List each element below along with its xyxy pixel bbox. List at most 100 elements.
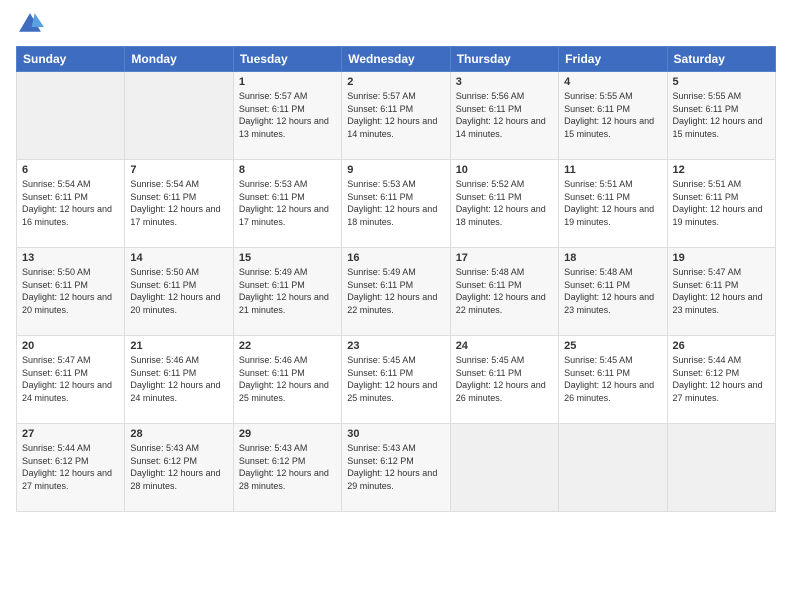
day-cell: 2 Sunrise: 5:57 AM Sunset: 6:11 PM Daylig…: [342, 72, 450, 160]
day-info: Sunrise: 5:51 AM Sunset: 6:11 PM Dayligh…: [673, 178, 770, 228]
day-cell: [450, 424, 558, 512]
day-info: Sunrise: 5:45 AM Sunset: 6:11 PM Dayligh…: [456, 354, 553, 404]
day-cell: 4 Sunrise: 5:55 AM Sunset: 6:11 PM Daylig…: [559, 72, 667, 160]
day-info: Sunrise: 5:47 AM Sunset: 6:11 PM Dayligh…: [22, 354, 119, 404]
day-cell: 27Sunrise: 5:44 AM Sunset: 6:12 PM Dayli…: [17, 424, 125, 512]
day-info: Sunrise: 5:54 AM Sunset: 6:11 PM Dayligh…: [130, 178, 227, 228]
day-number: 23: [347, 340, 444, 352]
day-number: 30: [347, 428, 444, 440]
day-cell: 30 Sunrise: 5:43 AM Sunset: 6:12 PM Dayli…: [342, 424, 450, 512]
day-info: Sunrise: 5:43 AM Sunset: 6:12 PM Dayligh…: [239, 442, 336, 492]
day-cell: 11 Sunrise: 5:51 AM Sunset: 6:11 PM Dayli…: [559, 160, 667, 248]
day-cell: 1Sunrise: 5:57 AM Sunset: 6:11 PM Daylig…: [233, 72, 341, 160]
day-number: 4: [564, 76, 661, 88]
day-cell: [667, 424, 775, 512]
weekday-header-friday: Friday: [559, 47, 667, 72]
day-cell: 14Sunrise: 5:50 AM Sunset: 6:11 PM Dayli…: [125, 248, 233, 336]
week-row-1: 1 Sunrise: 5:57 AM Sunset: 6:11 PM Daylig…: [17, 72, 776, 160]
day-info: Sunrise: 5:46 AM Sunset: 6:11 PM Dayligh…: [239, 354, 336, 404]
day-number: 9: [347, 164, 444, 176]
day-number: 18: [564, 252, 661, 264]
day-number: 29: [239, 428, 336, 440]
day-number: 21: [130, 340, 227, 352]
day-number: 22: [239, 340, 336, 352]
day-number: 19: [673, 252, 770, 264]
weekday-header-monday: Monday: [125, 47, 233, 72]
day-info: Sunrise: 5:45 AM Sunset: 6:11 PM Dayligh…: [564, 354, 661, 404]
weekday-header-saturday: Saturday: [667, 47, 775, 72]
day-info: Sunrise: 5:43 AM Sunset: 6:12 PM Dayligh…: [130, 442, 227, 492]
day-number: 11: [564, 164, 661, 176]
day-info: Sunrise: 5:55 AM Sunset: 6:11 PM Dayligh…: [673, 90, 770, 140]
weekday-header-sunday: Sunday: [17, 47, 125, 72]
day-cell: 9 Sunrise: 5:53 AM Sunset: 6:11 PM Daylig…: [342, 160, 450, 248]
day-cell: 28Sunrise: 5:43 AM Sunset: 6:12 PM Dayli…: [125, 424, 233, 512]
day-info: Sunrise: 5:44 AM Sunset: 6:12 PM Dayligh…: [22, 442, 119, 492]
day-cell: 19 Sunrise: 5:47 AM Sunset: 6:11 PM Dayli…: [667, 248, 775, 336]
day-cell: 17 Sunrise: 5:48 AM Sunset: 6:11 PM Dayli…: [450, 248, 558, 336]
day-cell: 7Sunrise: 5:54 AM Sunset: 6:11 PM Daylig…: [125, 160, 233, 248]
day-number: 2: [347, 76, 444, 88]
day-info: Sunrise: 5:49 AM Sunset: 6:11 PM Dayligh…: [239, 266, 336, 316]
day-number: 5: [673, 76, 770, 88]
day-info: Sunrise: 5:50 AM Sunset: 6:11 PM Dayligh…: [130, 266, 227, 316]
day-cell: 13Sunrise: 5:50 AM Sunset: 6:11 PM Dayli…: [17, 248, 125, 336]
day-cell: [125, 72, 233, 160]
day-info: Sunrise: 5:57 AM Sunset: 6:11 PM Dayligh…: [347, 90, 444, 140]
day-cell: 18 Sunrise: 5:48 AM Sunset: 6:11 PM Dayli…: [559, 248, 667, 336]
day-info: Sunrise: 5:43 AM Sunset: 6:12 PM Dayligh…: [347, 442, 444, 492]
day-cell: 3 Sunrise: 5:56 AM Sunset: 6:11 PM Daylig…: [450, 72, 558, 160]
day-cell: 8Sunrise: 5:53 AM Sunset: 6:11 PM Daylig…: [233, 160, 341, 248]
day-info: Sunrise: 5:48 AM Sunset: 6:11 PM Dayligh…: [564, 266, 661, 316]
day-number: 25: [564, 340, 661, 352]
day-number: 1: [239, 76, 336, 88]
logo: [16, 10, 48, 38]
week-row-3: 13 Sunrise: 5:50 AM Sunset: 6:11 PM Dayli…: [17, 248, 776, 336]
day-cell: 5 Sunrise: 5:55 AM Sunset: 6:11 PM Daylig…: [667, 72, 775, 160]
day-number: 26: [673, 340, 770, 352]
day-cell: 22 Sunrise: 5:46 AM Sunset: 6:11 PM Dayli…: [233, 336, 341, 424]
day-cell: 21 Sunrise: 5:46 AM Sunset: 6:11 PM Dayli…: [125, 336, 233, 424]
day-number: 15: [239, 252, 336, 264]
day-info: Sunrise: 5:47 AM Sunset: 6:11 PM Dayligh…: [673, 266, 770, 316]
day-cell: 16Sunrise: 5:49 AM Sunset: 6:11 PM Dayli…: [342, 248, 450, 336]
day-info: Sunrise: 5:51 AM Sunset: 6:11 PM Dayligh…: [564, 178, 661, 228]
week-row-5: 27Sunrise: 5:44 AM Sunset: 6:12 PM Dayli…: [17, 424, 776, 512]
day-cell: 23 Sunrise: 5:45 AM Sunset: 6:11 PM Dayli…: [342, 336, 450, 424]
day-cell: 15 Sunrise: 5:49 AM Sunset: 6:11 PM Dayli…: [233, 248, 341, 336]
day-cell: 24Sunrise: 5:45 AM Sunset: 6:11 PM Dayli…: [450, 336, 558, 424]
week-row-2: 6 Sunrise: 5:54 AM Sunset: 6:11 PM Daylig…: [17, 160, 776, 248]
day-cell: [559, 424, 667, 512]
day-cell: 10 Sunrise: 5:52 AM Sunset: 6:11 PM Dayli…: [450, 160, 558, 248]
day-cell: 29 Sunrise: 5:43 AM Sunset: 6:12 PM Dayli…: [233, 424, 341, 512]
day-cell: 26 Sunrise: 5:44 AM Sunset: 6:12 PM Dayli…: [667, 336, 775, 424]
day-number: 12: [673, 164, 770, 176]
day-cell: 20 Sunrise: 5:47 AM Sunset: 6:11 PM Dayli…: [17, 336, 125, 424]
day-number: 13: [22, 252, 119, 264]
day-info: Sunrise: 5:53 AM Sunset: 6:11 PM Dayligh…: [347, 178, 444, 228]
day-info: Sunrise: 5:45 AM Sunset: 6:11 PM Dayligh…: [347, 354, 444, 404]
day-cell: 25 Sunrise: 5:45 AM Sunset: 6:11 PM Dayli…: [559, 336, 667, 424]
weekday-header-tuesday: Tuesday: [233, 47, 341, 72]
weekday-header-wednesday: Wednesday: [342, 47, 450, 72]
day-cell: 12 Sunrise: 5:51 AM Sunset: 6:11 PM Dayli…: [667, 160, 775, 248]
day-info: Sunrise: 5:55 AM Sunset: 6:11 PM Dayligh…: [564, 90, 661, 140]
day-number: 10: [456, 164, 553, 176]
day-info: Sunrise: 5:44 AM Sunset: 6:12 PM Dayligh…: [673, 354, 770, 404]
weekday-header-row: SundayMondayTuesdayWednesdayThursdayFrid…: [17, 47, 776, 72]
day-number: 20: [22, 340, 119, 352]
day-number: 17: [456, 252, 553, 264]
day-info: Sunrise: 5:53 AM Sunset: 6:11 PM Dayligh…: [239, 178, 336, 228]
page: SundayMondayTuesdayWednesdayThursdayFrid…: [0, 0, 792, 612]
day-info: Sunrise: 5:52 AM Sunset: 6:11 PM Dayligh…: [456, 178, 553, 228]
weekday-header-thursday: Thursday: [450, 47, 558, 72]
day-number: 6: [22, 164, 119, 176]
day-info: Sunrise: 5:54 AM Sunset: 6:11 PM Dayligh…: [22, 178, 119, 228]
header: [16, 10, 776, 38]
day-info: Sunrise: 5:48 AM Sunset: 6:11 PM Dayligh…: [456, 266, 553, 316]
day-info: Sunrise: 5:56 AM Sunset: 6:11 PM Dayligh…: [456, 90, 553, 140]
day-number: 3: [456, 76, 553, 88]
day-info: Sunrise: 5:46 AM Sunset: 6:11 PM Dayligh…: [130, 354, 227, 404]
day-info: Sunrise: 5:49 AM Sunset: 6:11 PM Dayligh…: [347, 266, 444, 316]
calendar: SundayMondayTuesdayWednesdayThursdayFrid…: [16, 46, 776, 512]
